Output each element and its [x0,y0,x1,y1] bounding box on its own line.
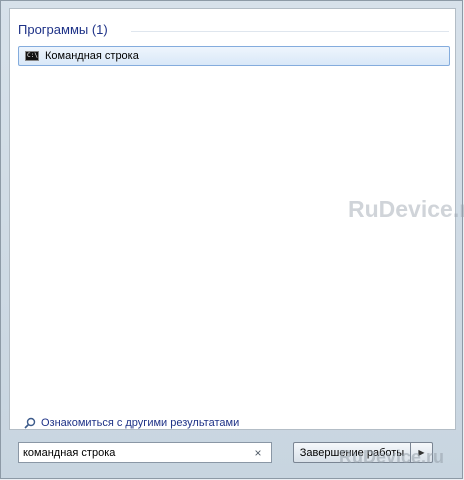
start-menu-window: Программы (1) C:\ Командная строка RuDev… [0,0,464,479]
section-header-programs: Программы (1) [18,22,108,37]
watermark: RuDevice.ru [348,196,464,222]
search-input[interactable] [19,446,251,459]
cmd-icon: C:\ [25,51,39,61]
result-item-label: Командная строка [45,50,139,62]
see-more-results-label: Ознакомиться с другими результатами [41,417,240,429]
search-icon [24,417,36,429]
see-more-results-link[interactable]: Ознакомиться с другими результатами [24,417,239,429]
result-item-cmd[interactable]: C:\ Командная строка [18,46,450,66]
clear-search-icon[interactable]: × [251,446,265,460]
section-divider [131,31,449,32]
watermark-bottom: RuDevice.ru [339,447,445,467]
search-box[interactable]: × [18,442,272,463]
search-results-panel: Программы (1) C:\ Командная строка RuDev… [9,8,464,430]
